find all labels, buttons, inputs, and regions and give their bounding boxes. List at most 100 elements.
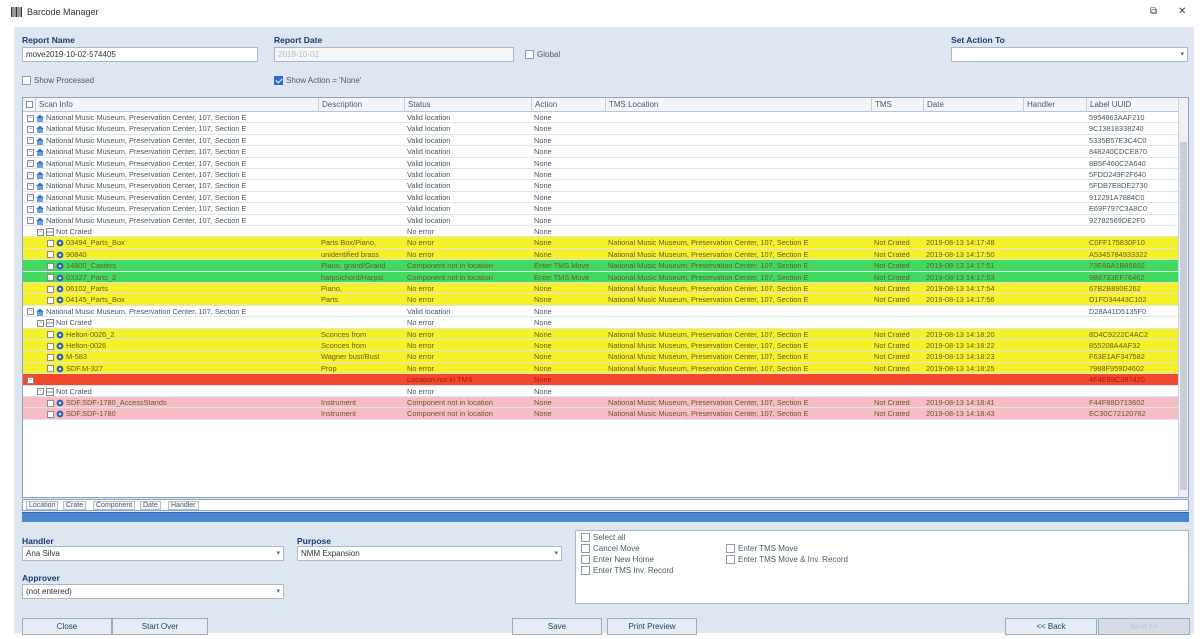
collapse-icon[interactable]: −	[27, 160, 34, 168]
enter-tms-move-inv-record-checkbox[interactable]: Enter TMS Move & Inv. Record	[726, 555, 848, 564]
table-row[interactable]: − National Music Museum, Preservation Cen…	[23, 191, 1179, 204]
checkbox-icon[interactable]	[47, 342, 54, 350]
back-button[interactable]: << Back	[1005, 618, 1097, 635]
table-row[interactable]: − National Music Museum, Preservation Cen…	[23, 112, 1179, 124]
scan-info-cell[interactable]: SDF.SDF-1780_AccessStands	[25, 397, 319, 408]
checkbox-icon[interactable]	[47, 296, 54, 304]
column-header-date[interactable]: Date	[924, 98, 1024, 112]
scan-info-cell[interactable]: − Not Crated	[25, 226, 319, 237]
table-row[interactable]: 03494_Parts_Box Parts Box/Piano, No error N…	[23, 237, 1179, 249]
column-header-tms-location[interactable]: TMS Location	[606, 98, 872, 112]
group-chip-handler[interactable]: Handler	[168, 501, 199, 510]
vertical-scrollbar[interactable]	[1178, 98, 1188, 497]
table-row[interactable]: − National Music Museum, Preservation Cen…	[23, 123, 1179, 135]
scan-info-cell[interactable]: − National Music Museum, Preservation Cen…	[25, 306, 319, 317]
table-row[interactable]: 04145_Parts_Box Parts No error None National…	[23, 294, 1179, 306]
approver-select[interactable]: (not entered) ▾	[22, 584, 284, 599]
checkbox-icon[interactable]	[47, 365, 54, 373]
global-checkbox[interactable]: Global	[525, 50, 560, 59]
scan-info-cell[interactable]: 06102_Parts	[25, 283, 319, 294]
scan-info-cell[interactable]: 04145_Parts_Box	[25, 294, 319, 305]
scan-info-cell[interactable]: − National Music Museum, Preservation Cen…	[25, 158, 319, 169]
collapse-icon[interactable]: −	[27, 194, 34, 202]
table-row[interactable]: − National Music Museum, Preservation Cen…	[23, 203, 1179, 215]
enter-tms-move-checkbox[interactable]: Enter TMS Move	[726, 544, 798, 553]
checkbox-icon[interactable]	[47, 285, 54, 293]
group-chip-location[interactable]: Location	[26, 501, 59, 510]
scan-info-cell[interactable]: − National Music Museum, Preservation Cen…	[25, 169, 319, 180]
table-row[interactable]: − National Music Museum, Preservation Cen…	[23, 214, 1179, 226]
checkbox-icon[interactable]	[47, 239, 54, 247]
expand-all-header[interactable]	[23, 98, 36, 112]
checkbox-icon[interactable]	[47, 251, 54, 259]
scan-info-cell[interactable]: 03327_Parts_2	[25, 272, 319, 283]
save-button[interactable]: Save	[512, 618, 602, 635]
checkbox-box[interactable]	[726, 544, 735, 553]
select-all-checkbox[interactable]: Select all	[581, 533, 625, 542]
scan-info-cell[interactable]: 03494_Parts_Box	[25, 237, 319, 248]
scan-info-cell[interactable]: − Not Crated	[25, 317, 319, 328]
report-name-input[interactable]: move2019-10-02-574405	[22, 47, 258, 62]
checkbox-box[interactable]	[581, 533, 590, 542]
start-over-button[interactable]: Start Over	[112, 618, 208, 635]
table-row[interactable]: Helton-0026 Sconces from No error None Natio…	[23, 340, 1179, 352]
group-chip-component[interactable]: Component	[93, 501, 136, 510]
show-processed-checkbox[interactable]: Show Processed	[22, 76, 94, 85]
collapse-icon[interactable]: −	[27, 137, 34, 145]
handler-select[interactable]: Ana Silva ▾	[22, 546, 284, 561]
checkbox-icon[interactable]	[47, 331, 54, 339]
column-header-description[interactable]: Description	[319, 98, 405, 112]
checkbox-box[interactable]	[581, 566, 590, 575]
scan-info-cell[interactable]: Helton-0026	[25, 340, 319, 351]
scan-info-cell[interactable]: − Not Crated	[25, 386, 319, 397]
table-row[interactable]: − National Music Museum, Preservation Cen…	[23, 180, 1179, 192]
column-header-scan-info[interactable]: Scan Info	[36, 98, 319, 112]
table-row[interactable]: − National Music Museum, Preservation Cen…	[23, 169, 1179, 181]
table-row[interactable]: − Not Crated No error None	[23, 226, 1179, 238]
checkbox-box[interactable]	[581, 544, 590, 553]
table-row[interactable]: − National Music Museum, Preservation Cen…	[23, 146, 1179, 158]
table-row[interactable]: − National Music Museum, Preservation Cen…	[23, 134, 1179, 147]
collapse-icon[interactable]: −	[27, 205, 34, 213]
checkbox-icon[interactable]	[47, 274, 54, 282]
scan-info-cell[interactable]: −	[25, 374, 319, 385]
scan-info-cell[interactable]: − National Music Museum, Preservation Cen…	[25, 203, 319, 214]
restore-window-button[interactable]: ⧉	[1150, 6, 1157, 17]
scan-info-cell[interactable]: − National Music Museum, Preservation Cen…	[25, 180, 319, 191]
enter-tms-inv-record-checkbox[interactable]: Enter TMS Inv. Record	[581, 566, 674, 575]
table-row[interactable]: M-583 Wagner bust/Bust No error None Nationa…	[23, 351, 1179, 363]
collapse-icon[interactable]: −	[27, 376, 34, 384]
column-header-action[interactable]: Action	[532, 98, 606, 112]
checkbox-box[interactable]	[22, 76, 31, 85]
scan-info-cell[interactable]: SDF.M-327	[25, 363, 319, 374]
collapse-icon[interactable]: −	[27, 182, 34, 190]
checkbox-icon[interactable]	[47, 399, 54, 407]
scan-info-cell[interactable]: − National Music Museum, Preservation Cen…	[25, 112, 319, 123]
checkbox-icon[interactable]	[47, 353, 54, 361]
scan-info-cell[interactable]: − National Music Museum, Preservation Cen…	[25, 215, 319, 226]
checkbox-icon[interactable]	[47, 410, 54, 418]
checkbox-box[interactable]	[581, 555, 590, 564]
purpose-select[interactable]: NMM Expansion ▾	[297, 546, 562, 561]
checkbox-box-checked[interactable]	[274, 76, 283, 85]
cancel-move-checkbox[interactable]: Cancel Move	[581, 544, 640, 553]
collapse-icon[interactable]: −	[37, 319, 44, 327]
column-header-label-uuid[interactable]: Label UUID	[1087, 98, 1179, 112]
show-action-none-checkbox[interactable]: Show Action = 'None'	[274, 76, 361, 85]
table-row[interactable]: Helton-0026_2 Sconces from No error None Nat…	[23, 328, 1179, 340]
collapse-icon[interactable]: −	[27, 148, 34, 156]
collapse-icon[interactable]: −	[27, 308, 34, 316]
group-chip-date[interactable]: Date	[140, 501, 161, 510]
table-row[interactable]: SDF.M-327 Prop No error None National Music …	[23, 362, 1179, 375]
set-action-select[interactable]: ▾	[951, 47, 1188, 62]
checkbox-icon[interactable]	[47, 262, 54, 270]
collapse-icon[interactable]: −	[27, 171, 34, 179]
table-row[interactable]: SDF.SDF-1780_AccessStands Instrument Compo…	[23, 397, 1179, 409]
table-row[interactable]: − Not Crated No error None	[23, 317, 1179, 329]
print-preview-button[interactable]: Print Preview	[607, 618, 697, 635]
group-chip-crate[interactable]: Crate	[63, 501, 87, 510]
scan-info-cell[interactable]: − National Music Museum, Preservation Cen…	[25, 135, 319, 146]
scan-info-cell[interactable]: Helton-0026_2	[25, 329, 319, 340]
scan-info-cell[interactable]: 90840	[25, 249, 319, 260]
close-button[interactable]: Close	[22, 618, 112, 635]
